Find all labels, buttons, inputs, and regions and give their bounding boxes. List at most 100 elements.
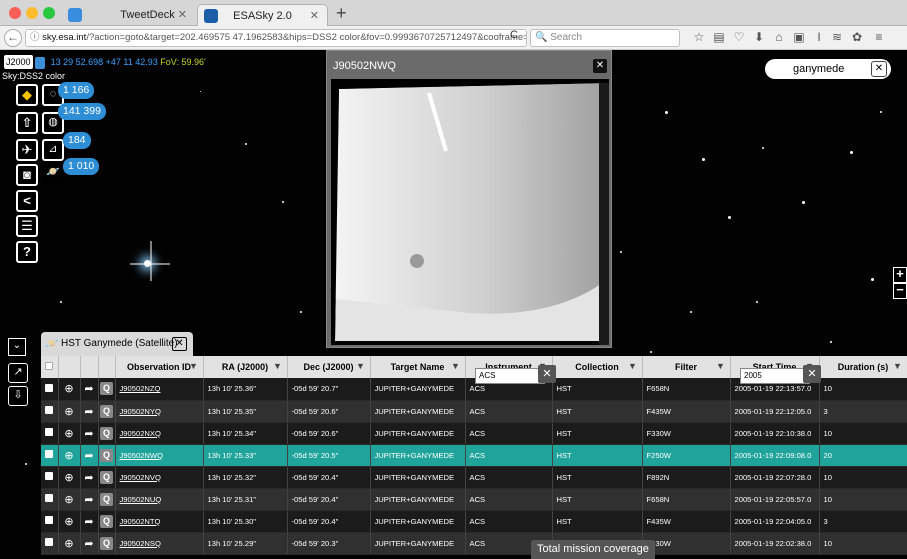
row-checkbox[interactable] — [45, 472, 54, 480]
extension-stack-icon[interactable]: ≋ — [830, 30, 844, 44]
filter-icon[interactable]: ▼ — [355, 360, 367, 372]
download-table-button[interactable]: ⇩ — [8, 386, 28, 406]
crosshair-icon[interactable]: ⊕ — [64, 406, 73, 418]
sky-layers-button[interactable]: ◆ — [16, 84, 38, 106]
observation-id-cell[interactable]: J90502NYQ — [115, 400, 204, 423]
instrument-filter-clear-button[interactable]: ✕ — [538, 365, 556, 383]
filter-icon[interactable]: ▼ — [715, 360, 727, 372]
row-checkbox[interactable] — [45, 450, 54, 458]
share-arrow-icon[interactable]: ➦ — [84, 383, 93, 395]
instrument-filter-input[interactable]: ACS — [475, 368, 545, 384]
home-icon[interactable]: ⌂ — [772, 30, 786, 44]
preview-cell[interactable]: Q — [98, 422, 116, 445]
extension-puzzle-icon[interactable]: ✿ — [850, 30, 864, 44]
table-row[interactable]: ⊕ ➦ Q J90502NVQ 13h 10' 25.32" -05d 59' 20.4"… — [41, 466, 907, 489]
row-checkbox[interactable] — [45, 383, 54, 392]
observation-id-value[interactable]: J90502NWQ — [120, 451, 163, 460]
send-to-samp-cell[interactable]: ➦ — [80, 400, 99, 423]
preview-search-icon[interactable]: Q — [100, 536, 113, 550]
row-checkbox[interactable] — [45, 428, 54, 436]
column-header-collection[interactable]: Collection ▼ — [552, 356, 643, 378]
share-arrow-icon[interactable]: ➦ — [84, 406, 93, 418]
center-on-sky-cell[interactable]: ⊕ — [58, 466, 81, 489]
table-row[interactable]: ⊕ ➦ Q J90502NUQ 13h 10' 25.31" -05d 59' 20.4"… — [41, 488, 907, 511]
frame-dropdown-icon[interactable] — [35, 56, 46, 69]
column-header-target-name[interactable]: Target Name ▼ — [370, 356, 466, 378]
column-header-observation-id[interactable]: Observation ID ▼ — [115, 356, 204, 378]
row-checkbox[interactable] — [45, 406, 54, 414]
pocket-icon[interactable]: ♡ — [732, 30, 746, 44]
row-checkbox-cell[interactable] — [41, 510, 59, 533]
back-arrow-icon[interactable]: ← — [4, 29, 22, 47]
table-row[interactable]: ⊕ ➦ Q J90502NSQ 13h 10' 25.29" -05d 59' 20.3"… — [41, 532, 907, 555]
observation-id-cell[interactable]: J90502NXQ — [115, 422, 204, 445]
share-button[interactable]: < — [16, 190, 38, 212]
menu-icon[interactable]: ≡ — [872, 30, 886, 44]
share-arrow-icon[interactable]: ➦ — [84, 472, 93, 484]
preview-search-icon[interactable]: Q — [100, 448, 113, 462]
send-to-samp-cell[interactable]: ➦ — [80, 378, 99, 401]
center-on-sky-cell[interactable]: ⊕ — [58, 422, 81, 445]
send-to-samp-cell[interactable]: ➦ — [80, 510, 99, 533]
crosshair-icon[interactable]: ⊕ — [64, 428, 73, 440]
zoom-in-button[interactable]: + — [893, 267, 907, 283]
send-to-samp-cell[interactable]: ➦ — [80, 532, 99, 555]
minimize-window-icon[interactable] — [26, 7, 38, 19]
observation-id-value[interactable]: J90502NZQ — [120, 384, 161, 393]
telescope-button[interactable]: ✈ — [16, 139, 38, 161]
upload-button[interactable]: ⇧ — [16, 112, 38, 134]
url-bar[interactable]: ⓘ sky.esa.int/?action=goto&target=202.46… — [25, 29, 527, 47]
results-tab[interactable]: 🪐 HST Ganymede (Satellite) ✕ — [41, 332, 193, 356]
preview-search-icon[interactable]: Q — [100, 426, 113, 440]
crosshair-icon[interactable]: ⊕ — [64, 516, 73, 528]
select-all-checkbox[interactable] — [45, 362, 54, 370]
filter-icon[interactable]: ▼ — [272, 360, 284, 372]
spectra-button[interactable]: ⊿ — [42, 139, 64, 161]
row-checkbox-cell[interactable] — [41, 400, 59, 423]
new-tab-icon[interactable]: + — [336, 3, 347, 23]
row-checkbox-cell[interactable] — [41, 444, 59, 467]
observation-id-cell[interactable]: J90502NTQ — [115, 510, 204, 533]
filter-icon[interactable]: ▼ — [892, 360, 904, 372]
column-header-filter[interactable]: Filter ▼ — [642, 356, 731, 378]
preview-search-icon[interactable]: Q — [100, 492, 113, 506]
share-arrow-icon[interactable]: ➦ — [84, 428, 93, 440]
preview-cell[interactable]: Q — [98, 466, 116, 489]
browser-search-input[interactable]: 🔍 Search — [530, 29, 680, 47]
crosshair-icon[interactable]: ⊕ — [64, 538, 73, 550]
collapse-panel-button[interactable]: ⌄ — [8, 338, 26, 356]
extension-i-icon[interactable]: I — [812, 30, 826, 44]
filter-icon[interactable]: ▼ — [627, 360, 639, 372]
tab-tweetdeck[interactable]: TweetDeck ✕ — [100, 4, 195, 26]
screenshot-button[interactable]: ◙ — [16, 164, 38, 186]
observation-id-cell[interactable]: J90502NZQ — [115, 378, 204, 401]
center-on-sky-cell[interactable]: ⊕ — [58, 378, 81, 401]
share-arrow-icon[interactable]: ➦ — [84, 450, 93, 462]
observation-id-cell[interactable]: J90502NVQ — [115, 466, 204, 489]
close-window-icon[interactable] — [9, 7, 21, 19]
reload-icon[interactable]: C — [510, 29, 518, 41]
help-button[interactable]: ? — [16, 241, 38, 263]
share-arrow-icon[interactable]: ➦ — [84, 538, 93, 550]
zoom-out-button[interactable]: − — [893, 283, 907, 299]
tab-esasky[interactable]: ESASky 2.0 ✕ — [197, 4, 328, 26]
close-popup-button[interactable]: ✕ — [593, 59, 607, 73]
crosshair-icon[interactable]: ⊕ — [64, 472, 73, 484]
preview-cell[interactable]: Q — [98, 400, 116, 423]
row-checkbox-cell[interactable] — [41, 532, 59, 555]
observation-id-value[interactable]: J90502NUQ — [120, 495, 162, 504]
screenshot-icon[interactable]: ▣ — [792, 30, 806, 44]
close-icon[interactable]: ✕ — [178, 4, 187, 26]
preview-cell[interactable]: Q — [98, 510, 116, 533]
sso-button[interactable]: 🪐 — [42, 164, 64, 186]
send-to-samp-button[interactable]: ↗ — [8, 363, 28, 383]
observation-id-cell[interactable]: J90502NUQ — [115, 488, 204, 511]
close-tab-button[interactable]: ✕ — [172, 337, 187, 351]
table-row[interactable]: ⊕ ➦ Q J90502NXQ 13h 10' 25.34" -05d 59' 20.6"… — [41, 422, 907, 445]
share-arrow-icon[interactable]: ➦ — [84, 494, 93, 506]
observation-id-cell[interactable]: J90502NSQ — [115, 532, 204, 555]
start-time-filter-clear-button[interactable]: ✕ — [803, 365, 821, 383]
send-to-samp-cell[interactable]: ➦ — [80, 444, 99, 467]
observation-id-value[interactable]: J90502NYQ — [120, 407, 161, 416]
preview-search-icon[interactable]: Q — [100, 382, 113, 396]
